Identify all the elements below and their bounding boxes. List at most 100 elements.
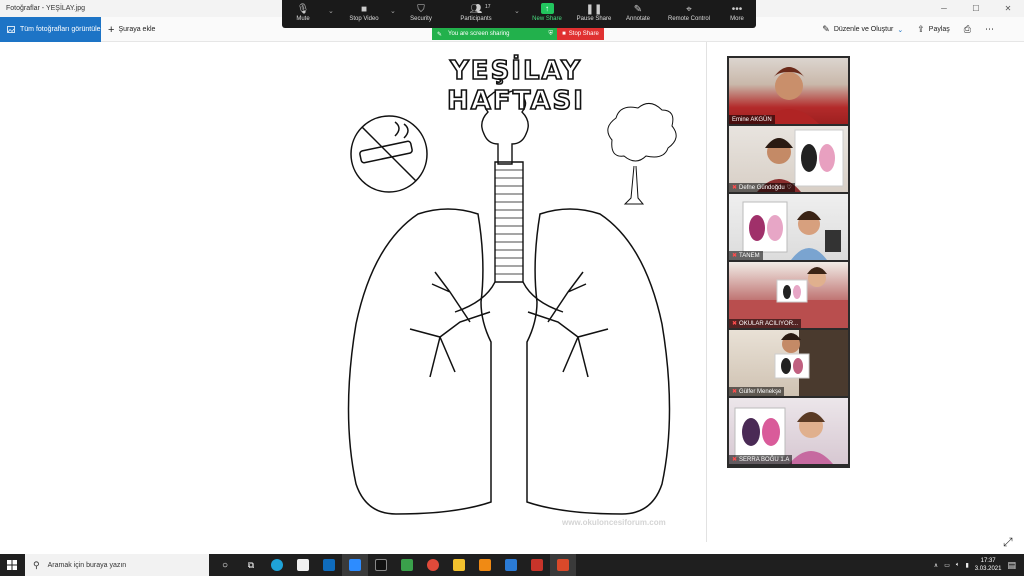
new-share-label: New Share bbox=[532, 16, 562, 22]
security-button[interactable]: ⛉ Security bbox=[406, 2, 436, 23]
video-options-caret[interactable]: ⌄ bbox=[390, 7, 396, 15]
participant-tile[interactable]: ✖ OKULAR ACILIYOR... bbox=[729, 262, 848, 328]
taskbar: ⚲ Aramak için buraya yazın ○ ⧉ ∧ ▭ 🔈︎ ▮ … bbox=[0, 554, 1024, 576]
stop-share-button[interactable]: ■ Stop Share bbox=[557, 28, 604, 40]
chevron-down-icon: ⌄ bbox=[897, 26, 904, 34]
windows-start-button[interactable] bbox=[0, 554, 24, 576]
new-share-button[interactable]: ↑ New Share bbox=[530, 2, 564, 22]
windows-logo-icon bbox=[7, 560, 17, 570]
all-photos-label: Tüm fotoğrafları görüntüle bbox=[20, 26, 101, 33]
app-icon[interactable] bbox=[524, 554, 550, 576]
lung-poster-illustration bbox=[347, 90, 677, 515]
edit-create-label: Düzenle ve Oluştur bbox=[833, 26, 894, 33]
photos-icon bbox=[7, 26, 15, 33]
more-icon: ⋯ bbox=[985, 24, 994, 34]
participant-name: ✖ OKULAR ACILIYOR... bbox=[729, 319, 802, 328]
participants-count: 17 bbox=[485, 4, 491, 10]
participant-tile[interactable]: ✖ Defne Gündoğdu ♡ bbox=[729, 126, 848, 192]
photo-viewer: YEŞİLAY HAFTASI bbox=[0, 42, 1024, 554]
maximize-icon[interactable]: ☐ bbox=[960, 0, 992, 17]
minimize-icon[interactable]: ─ bbox=[928, 0, 960, 17]
network-icon[interactable]: ▭ bbox=[944, 562, 950, 569]
print-button[interactable]: ⎙ bbox=[964, 24, 971, 35]
mic-muted-icon: ✖ bbox=[732, 185, 738, 191]
chrome-icon[interactable] bbox=[420, 554, 446, 576]
participant-name: ✖ SERRA BOĞU 1.A bbox=[729, 455, 793, 464]
stop-video-label: Stop Video bbox=[349, 16, 379, 22]
cortana-icon[interactable]: ○ bbox=[212, 554, 238, 576]
participant-name: ✖ Defne Gündoğdu ♡ bbox=[729, 183, 795, 192]
zoom-control-bar: 🎙︎ Mute ⌄ ■ Stop Video ⌄ ⛉ Security 👥︎ P… bbox=[282, 0, 756, 28]
mute-button[interactable]: 🎙︎ Mute bbox=[290, 2, 316, 23]
screen-sharing-banner: ✎ You are screen sharing ⛨ ■ Stop Share bbox=[432, 28, 604, 40]
mute-label: Mute bbox=[296, 16, 310, 22]
close-icon[interactable]: ✕ bbox=[992, 0, 1024, 17]
vlc-icon[interactable] bbox=[472, 554, 498, 576]
all-photos-button[interactable]: Tüm fotoğrafları görüntüle bbox=[0, 17, 101, 42]
taskbar-apps: ○ ⧉ bbox=[212, 554, 576, 576]
shield-icon: ⛉ bbox=[417, 3, 425, 15]
mic-muted-icon: ✖ bbox=[732, 253, 738, 259]
more-options-button[interactable]: ⋯ bbox=[985, 24, 994, 35]
mic-muted-icon: ✖ bbox=[732, 321, 738, 327]
taskbar-search[interactable]: ⚲ Aramak için buraya yazın bbox=[25, 554, 209, 576]
stop-icon: ■ bbox=[562, 31, 566, 37]
store-icon[interactable] bbox=[290, 554, 316, 576]
pen-icon: ✎ bbox=[633, 3, 643, 15]
notification-icon[interactable]: ▤ bbox=[1007, 560, 1016, 571]
mic-muted-icon: ✖ bbox=[732, 389, 738, 395]
sharing-status-text: You are screen sharing bbox=[448, 31, 510, 37]
add-to-label: Şuraya ekle bbox=[118, 26, 156, 33]
tree-icon bbox=[607, 103, 677, 205]
edit-create-button[interactable]: ✎ Düzenle ve Oluştur ⌄ bbox=[822, 24, 903, 35]
pause-icon: ❚❚ bbox=[585, 3, 603, 15]
search-placeholder: Aramak için buraya yazın bbox=[47, 561, 127, 569]
terminal-icon[interactable] bbox=[368, 554, 394, 576]
microphone-icon: 🎙︎ bbox=[296, 3, 310, 15]
participants-icon: 👥︎ bbox=[469, 3, 483, 15]
edge-icon[interactable] bbox=[264, 554, 290, 576]
pause-share-label: Pause Share bbox=[576, 16, 612, 22]
app-icon[interactable] bbox=[394, 554, 420, 576]
participants-label: Participants bbox=[460, 16, 492, 22]
remote-control-button[interactable]: ⌖ Remote Control bbox=[664, 2, 714, 23]
task-view-icon[interactable]: ⧉ bbox=[238, 554, 264, 576]
print-icon: ⎙ bbox=[963, 24, 971, 34]
zoom-app-icon[interactable] bbox=[342, 554, 368, 576]
participant-tile[interactable]: ✖ SERRA BOĞU 1.A bbox=[729, 398, 848, 464]
shield-check-icon: ⛨ bbox=[548, 30, 553, 37]
clock-time: 17:37 bbox=[980, 558, 996, 564]
left-lung-illustration bbox=[347, 208, 492, 515]
annotate-label: Annotate bbox=[625, 16, 651, 22]
video-gallery: Emine AKGÜN ✖ Defne Gündoğdu ♡ ✖ TANEM ✖ OK… bbox=[727, 56, 850, 468]
participant-tile[interactable]: ✖ TANEM bbox=[729, 194, 848, 260]
security-label: Security bbox=[410, 16, 432, 22]
stop-video-button[interactable]: ■ Stop Video bbox=[344, 2, 384, 23]
share-button[interactable]: ⇪ Paylaş bbox=[917, 24, 950, 35]
annotate-button[interactable]: ✎ Annotate bbox=[622, 2, 654, 23]
pause-share-button[interactable]: ❚❚ Pause Share bbox=[574, 2, 614, 23]
clock[interactable]: 17:37 3.03.2021 bbox=[975, 557, 1002, 573]
outlook-icon[interactable] bbox=[316, 554, 342, 576]
clock-date: 3.03.2021 bbox=[974, 566, 1002, 572]
volume-icon[interactable]: 🔈︎ bbox=[956, 562, 960, 569]
share-label: Paylaş bbox=[928, 26, 950, 33]
window-title: Fotoğraflar - YEŞİLAY.jpg bbox=[6, 5, 85, 12]
more-button[interactable]: ••• More bbox=[726, 2, 748, 23]
battery-icon[interactable]: ▮ bbox=[965, 562, 968, 569]
more-label: More bbox=[730, 16, 744, 22]
expand-icon[interactable]: ⤢ bbox=[1003, 535, 1013, 550]
app-icon[interactable] bbox=[550, 554, 576, 576]
photos-app-icon[interactable] bbox=[498, 554, 524, 576]
participants-options-caret[interactable]: ⌄ bbox=[514, 7, 520, 15]
chevron-up-icon[interactable]: ∧ bbox=[934, 562, 938, 569]
mute-options-caret[interactable]: ⌄ bbox=[328, 7, 334, 15]
participant-tile[interactable]: Emine AKGÜN bbox=[729, 58, 848, 124]
remote-control-label: Remote Control bbox=[667, 16, 711, 22]
mic-muted-icon: ✖ bbox=[732, 457, 738, 463]
participant-tile[interactable]: ✖ Gülfer Menekşe bbox=[729, 330, 848, 396]
file-explorer-icon[interactable] bbox=[446, 554, 472, 576]
participant-name: Emine AKGÜN bbox=[729, 115, 775, 124]
add-to-button[interactable]: + Şuraya ekle bbox=[108, 17, 155, 42]
mouse-icon: ⌖ bbox=[686, 3, 692, 15]
